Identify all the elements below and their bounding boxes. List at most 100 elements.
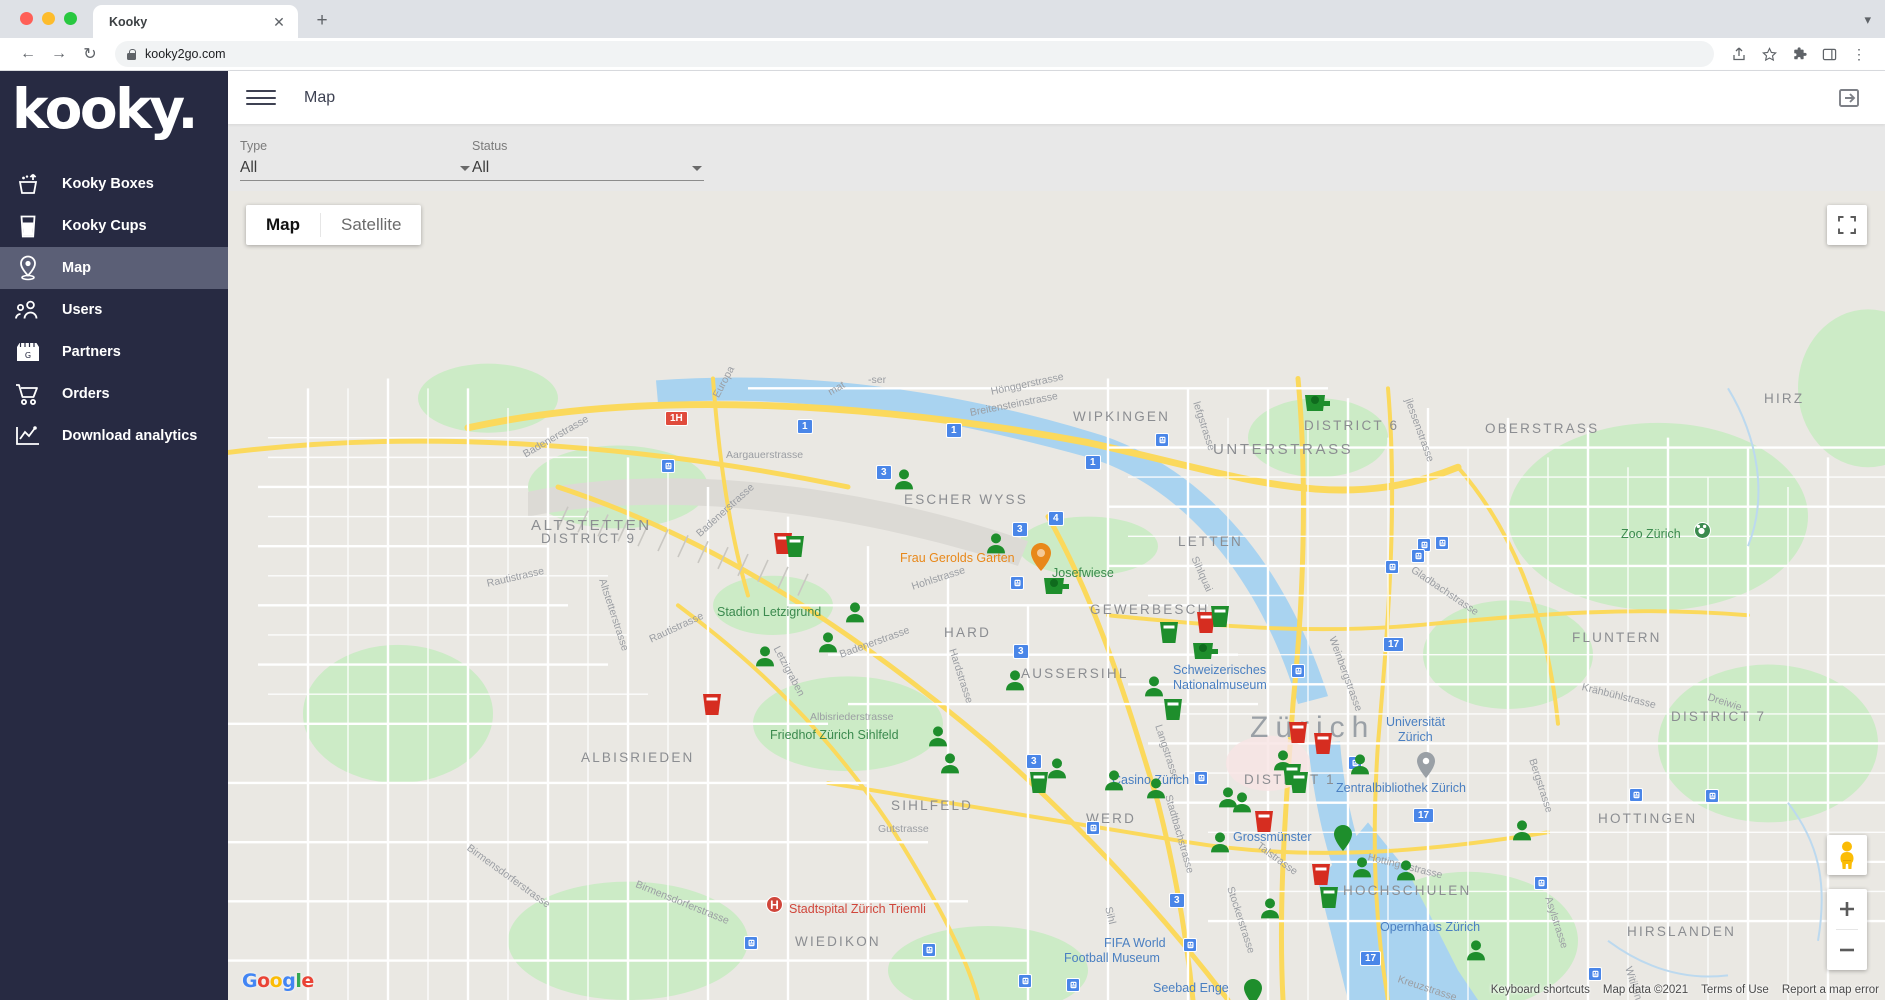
user-marker-active[interactable] — [1510, 819, 1534, 848]
lock-icon — [127, 48, 136, 60]
google-logo-letter: o — [269, 970, 283, 992]
sidebar-nav: Kooky Boxes Kooky Cups Map Users G Partn… — [0, 163, 228, 457]
google-logo-letter: G — [242, 970, 258, 992]
map-attribution: Keyboard shortcuts Map data ©2021 Terms … — [1491, 984, 1879, 996]
toolbar-icons: ⋮ — [1727, 42, 1871, 66]
kooky-cup-marker-available[interactable] — [784, 533, 806, 564]
plus-icon[interactable]: + — [308, 7, 336, 35]
sidebar-item-kooky-cups[interactable]: Kooky Cups — [0, 205, 228, 247]
kooky-box-marker[interactable] — [1041, 570, 1071, 601]
type-filter-value: All — [240, 159, 258, 176]
tab-title: Kooky — [109, 14, 148, 29]
type-filter-select[interactable]: Type All — [240, 139, 472, 181]
kooky-cup-marker-unavailable[interactable] — [1312, 730, 1334, 761]
user-marker-active[interactable] — [1230, 791, 1254, 820]
caret-down-icon[interactable] — [692, 165, 702, 171]
user-marker-active[interactable] — [984, 532, 1008, 561]
side-panel-icon[interactable] — [1817, 42, 1841, 66]
sidebar-item-partners[interactable]: G Partners — [0, 331, 228, 373]
kebab-menu-icon[interactable]: ⋮ — [1847, 42, 1871, 66]
kooky-cup-marker-available[interactable] — [1318, 884, 1340, 915]
user-marker-active[interactable] — [1208, 831, 1232, 860]
close-window-button[interactable] — [20, 12, 33, 25]
user-marker-active[interactable] — [938, 752, 962, 781]
star-icon[interactable] — [1757, 42, 1781, 66]
keyboard-shortcuts-link[interactable]: Keyboard shortcuts — [1491, 984, 1590, 996]
status-filter-label: Status — [472, 139, 508, 153]
user-marker-active[interactable] — [816, 631, 840, 660]
map-pin-marker-green[interactable] — [1333, 824, 1353, 857]
map-pin-marker-gray[interactable] — [1416, 751, 1436, 784]
kooky-cup-marker-unavailable[interactable] — [1253, 808, 1275, 839]
user-marker-active[interactable] — [1258, 897, 1282, 926]
status-filter-select[interactable]: Status All — [472, 139, 704, 181]
sidebar-item-users[interactable]: Users — [0, 289, 228, 331]
user-marker-active[interactable] — [892, 468, 916, 497]
user-marker-active[interactable] — [1003, 669, 1027, 698]
sidebar-item-kooky-boxes[interactable]: Kooky Boxes — [0, 163, 228, 205]
reload-icon[interactable]: ↻ — [76, 40, 104, 68]
kooky-cup-marker-available[interactable] — [1288, 769, 1310, 800]
street-view-pegman-icon[interactable] — [1827, 835, 1867, 875]
kooky-cup-marker-available[interactable] — [1158, 619, 1180, 650]
close-icon[interactable]: ✕ — [270, 13, 288, 31]
kooky-cup-marker-available[interactable] — [1162, 696, 1184, 727]
map-viewport[interactable]: WIPKINGEN DISTRICT 6 OBERSTRASS UNTERSTRASS… — [228, 191, 1885, 1000]
user-marker-active[interactable] — [1102, 769, 1126, 798]
user-marker-active[interactable] — [1045, 757, 1069, 786]
sidebar-item-label: Orders — [62, 386, 110, 402]
puzzle-icon[interactable] — [1787, 42, 1811, 66]
sidebar-item-label: Users — [62, 302, 103, 318]
user-marker-active[interactable] — [1350, 856, 1374, 885]
sidebar-item-orders[interactable]: Orders — [0, 373, 228, 415]
main-content: Map Type All Status All WIPKINGEN DISTRI… — [228, 71, 1885, 1000]
address-bar[interactable]: kooky2go.com — [115, 41, 1714, 67]
kooky-cup-marker-unavailable[interactable] — [1287, 719, 1309, 750]
google-logo: G o o g l e — [242, 970, 314, 992]
brand-logo-text: kooky. — [12, 76, 198, 141]
user-marker-active[interactable] — [1144, 777, 1168, 806]
user-marker-active[interactable] — [1348, 753, 1372, 782]
maximize-window-button[interactable] — [64, 12, 77, 25]
users-icon — [14, 297, 42, 323]
sidebar-item-label: Kooky Boxes — [62, 176, 154, 192]
arrow-left-icon[interactable]: ← — [14, 40, 42, 68]
browser-tab[interactable]: Kooky ✕ — [93, 5, 298, 38]
kooky-cup-marker-available[interactable] — [1209, 603, 1231, 634]
kooky-cup-marker-unavailable[interactable] — [701, 691, 723, 722]
report-map-error-link[interactable]: Report a map error — [1782, 984, 1879, 996]
brand-logo[interactable]: kooky. — [0, 71, 228, 147]
caret-down-icon[interactable] — [460, 165, 470, 171]
sidebar-item-map[interactable]: Map — [0, 247, 228, 289]
map-pin-icon — [14, 255, 42, 281]
kooky-box-marker[interactable] — [1302, 387, 1332, 418]
user-marker-active[interactable] — [1394, 859, 1418, 888]
app-root: kooky. Kooky Boxes Kooky Cups Map Users … — [0, 71, 1885, 1000]
terms-of-use-link[interactable]: Terms of Use — [1701, 984, 1769, 996]
browser-tabstrip: Kooky ✕ + ▾ — [0, 0, 1885, 38]
browser-toolbar: ← → ↻ kooky2go.com ⋮ — [0, 38, 1885, 71]
user-marker-active[interactable] — [753, 645, 777, 674]
user-marker-active[interactable] — [843, 601, 867, 630]
plus-icon[interactable] — [1827, 889, 1867, 929]
arrow-right-icon[interactable]: → — [45, 40, 73, 68]
minimize-window-button[interactable] — [42, 12, 55, 25]
user-marker-active[interactable] — [1464, 939, 1488, 968]
user-marker-active[interactable] — [926, 725, 950, 754]
map-type-map-button[interactable]: Map — [246, 205, 320, 245]
box-upload-icon — [14, 171, 42, 197]
sidebar-item-label: Map — [62, 260, 91, 276]
chevron-down-icon[interactable]: ▾ — [1864, 12, 1871, 28]
share-icon[interactable] — [1727, 42, 1751, 66]
google-logo-letter: e — [301, 970, 314, 992]
hamburger-icon[interactable] — [246, 83, 276, 113]
sidebar-item-download-analytics[interactable]: Download analytics — [0, 415, 228, 457]
map-data-text: Map data ©2021 — [1602, 984, 1689, 996]
fullscreen-expand-icon[interactable] — [1827, 205, 1867, 245]
minus-icon[interactable] — [1827, 930, 1867, 970]
map-zoom-controls — [1827, 889, 1867, 970]
browser-window: Kooky ✕ + ▾ ← → ↻ kooky2go.com ⋮ kooky. … — [0, 0, 1885, 1000]
logout-icon[interactable] — [1835, 84, 1863, 112]
map-type-satellite-button[interactable]: Satellite — [321, 205, 421, 245]
map-pin-marker-green[interactable] — [1243, 978, 1263, 1000]
